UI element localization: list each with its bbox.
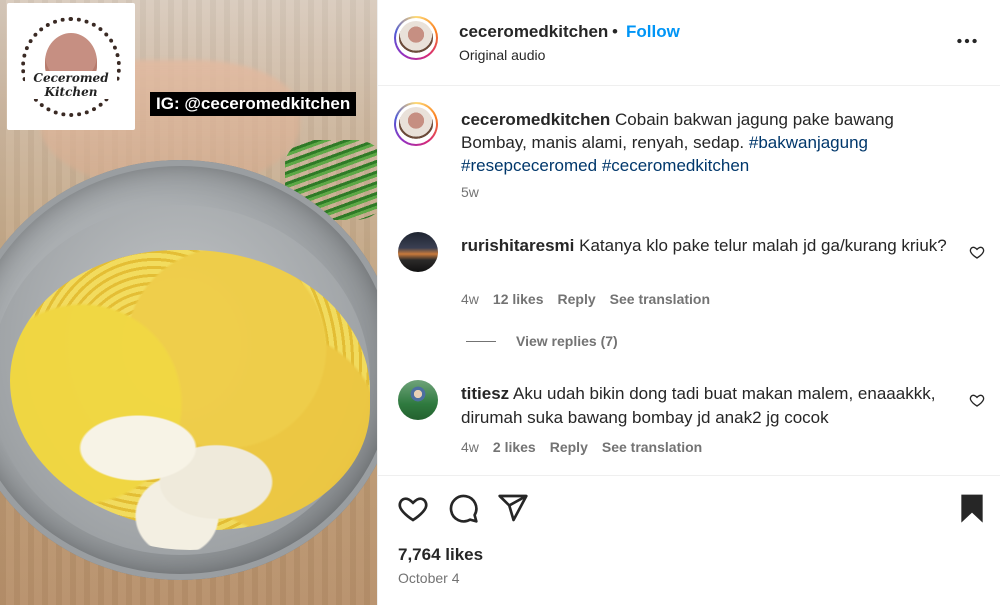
view-replies-button[interactable]: View replies (7): [466, 333, 618, 349]
caption-author-avatar[interactable]: [394, 102, 438, 146]
reply-button[interactable]: Reply: [558, 291, 596, 307]
onion-slices-image: [60, 380, 320, 550]
comment-meta: 4w 2 likes Reply See translation: [461, 439, 702, 455]
follow-button[interactable]: Follow: [626, 22, 680, 42]
comment-text-block: rurishitaresmi Katanya klo pake telur ma…: [461, 234, 951, 258]
comment-timestamp[interactable]: 4w: [461, 439, 479, 455]
post-details-panel: ceceromedkitchen • Follow Original audio…: [377, 0, 1000, 605]
avatar-image: [399, 107, 433, 141]
hashtag-link[interactable]: #resepceceromed: [461, 156, 597, 175]
bookmark-icon[interactable]: [956, 492, 988, 524]
commenter-avatar[interactable]: [398, 380, 438, 420]
likes-count[interactable]: 7,764 likes: [398, 545, 483, 565]
caption-username[interactable]: ceceromedkitchen: [461, 110, 610, 129]
logo-ring: Ceceromed Kitchen: [21, 16, 121, 117]
avatar-image: [399, 21, 433, 55]
comment-body: Katanya klo pake telur malah jd ga/kuran…: [579, 236, 947, 255]
hashtag-link[interactable]: #bakwanjagung: [749, 133, 868, 152]
separator-dot: •: [612, 22, 618, 41]
send-icon[interactable]: [497, 492, 529, 524]
comment-meta: 4w 12 likes Reply See translation: [461, 291, 710, 307]
more-horizontal-icon[interactable]: [954, 28, 980, 54]
comment-icon[interactable]: [447, 492, 479, 524]
comment-likes[interactable]: 2 likes: [493, 439, 536, 455]
audio-link[interactable]: Original audio: [459, 47, 545, 63]
caption-timestamp[interactable]: 5w: [461, 184, 479, 200]
author-username[interactable]: ceceromedkitchen: [459, 22, 608, 42]
comment-likes[interactable]: 12 likes: [493, 291, 544, 307]
commenter-avatar[interactable]: [398, 232, 438, 272]
comment-like-heart-icon[interactable]: [969, 244, 985, 260]
see-translation-button[interactable]: See translation: [602, 439, 702, 455]
logo-text: Ceceromed Kitchen: [25, 70, 117, 99]
video-overlay-handle: IG: @ceceromedkitchen: [150, 92, 357, 116]
channel-logo: Ceceromed Kitchen: [7, 3, 135, 130]
post-actions: 7,764 likes October 4: [378, 475, 1000, 605]
view-replies-label: View replies (7): [516, 333, 618, 349]
commenter-username[interactable]: titiesz: [461, 384, 509, 403]
comment-like-heart-icon[interactable]: [969, 392, 985, 408]
caption-text-block: ceceromedkitchen Cobain bakwan jagung pa…: [461, 108, 961, 177]
replies-divider: [466, 340, 496, 342]
author-avatar[interactable]: [394, 16, 438, 60]
post-header: ceceromedkitchen • Follow Original audio: [378, 0, 1000, 86]
post-date[interactable]: October 4: [398, 570, 459, 586]
commenter-username[interactable]: rurishitaresmi: [461, 236, 574, 255]
post-media[interactable]: Ceceromed Kitchen IG: @ceceromedkitchen: [0, 0, 377, 605]
comment-timestamp[interactable]: 4w: [461, 291, 479, 307]
comment-body: Aku udah bikin dong tadi buat makan male…: [461, 384, 936, 427]
see-translation-button[interactable]: See translation: [610, 291, 710, 307]
heart-icon[interactable]: [397, 492, 429, 524]
hashtag-link[interactable]: #ceceromedkitchen: [602, 156, 749, 175]
comment-text-block: titiesz Aku udah bikin dong tadi buat ma…: [461, 382, 951, 430]
reply-button[interactable]: Reply: [550, 439, 588, 455]
